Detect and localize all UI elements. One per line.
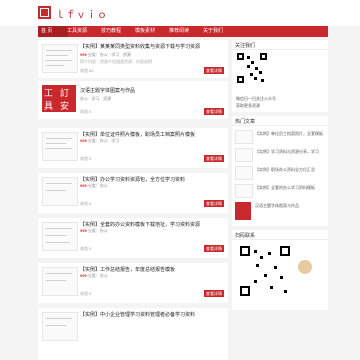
post-meta: ¥99 分类：办公 [80, 228, 108, 234]
read-more-button[interactable]: 查看详情 [204, 245, 224, 252]
post-meta: 办公 · 学习 · 资源 [80, 96, 112, 101]
post-price: ¥99 [80, 183, 87, 188]
post-thumbnail[interactable] [42, 44, 78, 73]
hot-post-title: 汉语主题字体图案与作品 [255, 203, 299, 208]
post-card: 工訂 具安 汉语主题字体图案与作品 办公 · 学习 · 资源 浏览 0 查看详情 [38, 81, 228, 119]
post-meta: ¥99 分类：办公 [80, 273, 108, 279]
hot-post-item[interactable]: 【实例】职场办公资料全方位汇总 [235, 166, 327, 180]
nav-tools[interactable]: 工具资源 [64, 26, 90, 37]
hot-post-item[interactable]: 【实例】单位员工档案照片，全套模板 [235, 130, 327, 144]
read-more-button[interactable]: 查看详情 [204, 108, 224, 115]
post-description: 简介内容：资源介绍描述资源，内容说明 [80, 59, 152, 64]
post-title[interactable]: 汉语主题字体图案与作品 [80, 87, 224, 94]
post-meta-text: 分类：办公 · 学习 · 资源 [87, 52, 131, 57]
site-name[interactable]: ｌｆｖｉｏ [55, 6, 108, 21]
logo-icon [40, 8, 49, 17]
follow-line: 获取更多资源 [236, 103, 260, 108]
follow-title: 关注我们 [235, 43, 256, 49]
hot-post-thumbnail [235, 148, 253, 162]
avatar [298, 260, 312, 274]
hot-post-thumbnail [235, 184, 253, 198]
post-views: 浏览 0 [80, 109, 92, 114]
nav-about[interactable]: 关于我们 [200, 26, 226, 37]
hot-post-item[interactable]: 【实例】全套的办公学习资料模板 [235, 184, 327, 198]
post-card: 【实例】中小企业管理学习资料管理者必备学习资料 [38, 308, 228, 360]
follow-line: 微信扫一扫关注公众号 [236, 96, 276, 101]
post-meta: ¥99 分类：办公 [80, 183, 108, 189]
contact-widget: 扫码联系 [232, 230, 328, 310]
post-title[interactable]: 【实例】某某某同类型资料收集与资源下载与学习资源 [80, 43, 224, 50]
hot-post-title: 【实例】单位员工档案照片，全套模板 [255, 131, 323, 136]
hot-post-title: 【实例】学习资料与资源分享，学习 [255, 149, 319, 154]
site-header: ｌｆｖｉｏ [0, 0, 360, 26]
post-title[interactable]: 【实例】单位证件照片模板，职场员工档案照片模板 [80, 131, 224, 138]
post-views: 浏览 0 [80, 291, 92, 296]
post-thumbnail[interactable] [42, 177, 78, 206]
nav-templates[interactable]: 模板素材 [132, 26, 158, 37]
post-meta: ¥99 分类：办公 · 学习 · 资源 [80, 52, 131, 58]
hot-post-item[interactable]: 【实例】学习资料与资源分享，学习 [235, 148, 327, 162]
post-thumbnail[interactable] [42, 132, 78, 161]
post-meta-text: 分类：办公 [87, 183, 108, 188]
hot-posts-widget: 热门文章 【实例】单位员工档案照片，全套模板 【实例】学习资料与资源分享，学习 … [232, 116, 328, 226]
post-meta-text: 分类：办公 · 学习 [87, 138, 120, 143]
post-meta-text: 分类：办公 [87, 273, 108, 278]
post-title[interactable]: 【实例】办公学习资料资源包，全方位学习资料 [80, 176, 224, 183]
nav-tutorials[interactable]: 技巧教程 [98, 26, 124, 37]
post-views: 浏览 62 [80, 68, 94, 73]
post-price: ¥99 [80, 228, 87, 233]
read-more-button[interactable]: 查看详情 [204, 155, 224, 162]
post-card: 【实例】全套的办公资料模板下载地址，学习资料资源 ¥99 分类：办公 浏览 0 … [38, 218, 228, 258]
post-thumbnail[interactable] [42, 267, 78, 296]
post-views: 浏览 0 [80, 201, 92, 206]
post-card: 【实例】单位证件照片模板，职场员工档案照片模板 ¥99 分类：办公 · 学习 浏… [38, 128, 228, 168]
hot-post-thumbnail [235, 130, 253, 144]
post-price: ¥99 [80, 273, 87, 278]
post-title[interactable]: 【实例】中小企业管理学习资料管理者必备学习资料 [80, 311, 224, 318]
hot-post-item[interactable]: 汉语主题字体图案与作品 [235, 202, 327, 222]
post-views: 浏览 0 [80, 156, 92, 161]
contact-qr-code [240, 246, 290, 296]
post-thumbnail[interactable] [42, 222, 78, 251]
post-price: ¥99 [80, 52, 87, 57]
post-card: 【实例】工作总结报告，年度总结报告模板 ¥99 分类：办公 浏览 0 查看详情 [38, 263, 228, 303]
post-views: 浏览 0 [80, 246, 92, 251]
post-thumbnail[interactable] [42, 312, 78, 341]
hot-title: 热门文章 [235, 119, 256, 125]
post-meta: ¥99 分类：办公 · 学习 [80, 138, 119, 144]
hot-post-thumbnail [235, 202, 251, 220]
read-more-button[interactable]: 查看详情 [204, 200, 224, 207]
post-title[interactable]: 【实例】全套的办公资料模板下载地址，学习资料资源 [80, 221, 224, 228]
read-more-button[interactable]: 查看详情 [204, 290, 224, 297]
post-meta-text: 分类：办公 [87, 228, 108, 233]
hot-post-title: 【实例】全套的办公学习资料模板 [255, 185, 315, 190]
wechat-qr-code [237, 53, 267, 83]
post-title[interactable]: 【实例】工作总结报告，年度总结报告模板 [80, 266, 224, 273]
hot-post-title: 【实例】职场办公资料全方位汇总 [255, 167, 315, 172]
nav-recommended[interactable]: 推荐阅读 [166, 26, 192, 37]
hot-post-thumbnail [235, 166, 253, 180]
post-card: 【实例】某某某同类型资料收集与资源下载与学习资源 ¥99 分类：办公 · 学习 … [38, 40, 228, 78]
post-card: 【实例】办公学习资料资源包，全方位学习资料 ¥99 分类：办公 浏览 0 查看详… [38, 173, 228, 213]
site-logo[interactable] [38, 6, 51, 19]
contact-title: 扫码联系 [235, 233, 256, 239]
read-more-button[interactable]: 查看详情 [204, 67, 224, 74]
post-thumbnail[interactable]: 工訂 具安 [42, 85, 76, 112]
main-nav: 首 页 工具资源 技巧教程 模板素材 推荐阅读 关于我们 [38, 26, 328, 37]
post-price: ¥99 [80, 138, 87, 143]
follow-widget: 关注我们 微信扫一扫关注公众号 获取更多资源 [232, 40, 328, 112]
